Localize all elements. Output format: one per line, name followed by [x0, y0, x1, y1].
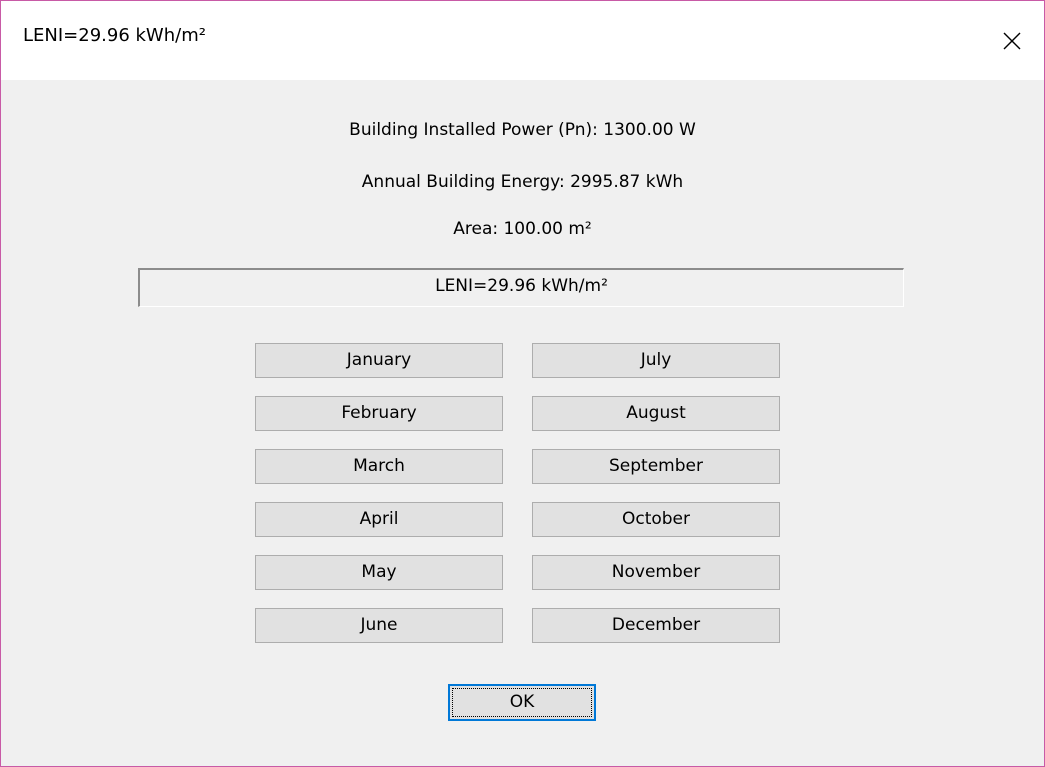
month-button-may[interactable]: May [255, 555, 503, 590]
close-icon [1003, 32, 1021, 49]
month-button-november[interactable]: November [532, 555, 780, 590]
leni-result-field: LENI=29.96 kWh/m² [138, 268, 904, 307]
month-button-march[interactable]: March [255, 449, 503, 484]
ok-button[interactable]: OK [448, 684, 596, 721]
month-button-october[interactable]: October [532, 502, 780, 537]
area-label: Area: 100.00 m² [453, 219, 592, 239]
month-button-february[interactable]: February [255, 396, 503, 431]
dialog-window: LENI=29.96 kWh/m² Building Installed Pow… [0, 0, 1045, 767]
month-button-december[interactable]: December [532, 608, 780, 643]
month-button-august[interactable]: August [532, 396, 780, 431]
window-title: LENI=29.96 kWh/m² [23, 25, 206, 46]
month-button-september[interactable]: September [532, 449, 780, 484]
month-button-april[interactable]: April [255, 502, 503, 537]
ok-button-label: OK [452, 688, 592, 717]
installed-power-label: Building Installed Power (Pn): 1300.00 W [349, 120, 696, 140]
title-bar[interactable]: LENI=29.96 kWh/m² [1, 1, 1044, 80]
month-button-july[interactable]: July [532, 343, 780, 378]
month-button-january[interactable]: January [255, 343, 503, 378]
annual-energy-label: Annual Building Energy: 2995.87 kWh [361, 172, 684, 192]
close-button[interactable] [980, 1, 1044, 80]
month-button-june[interactable]: June [255, 608, 503, 643]
